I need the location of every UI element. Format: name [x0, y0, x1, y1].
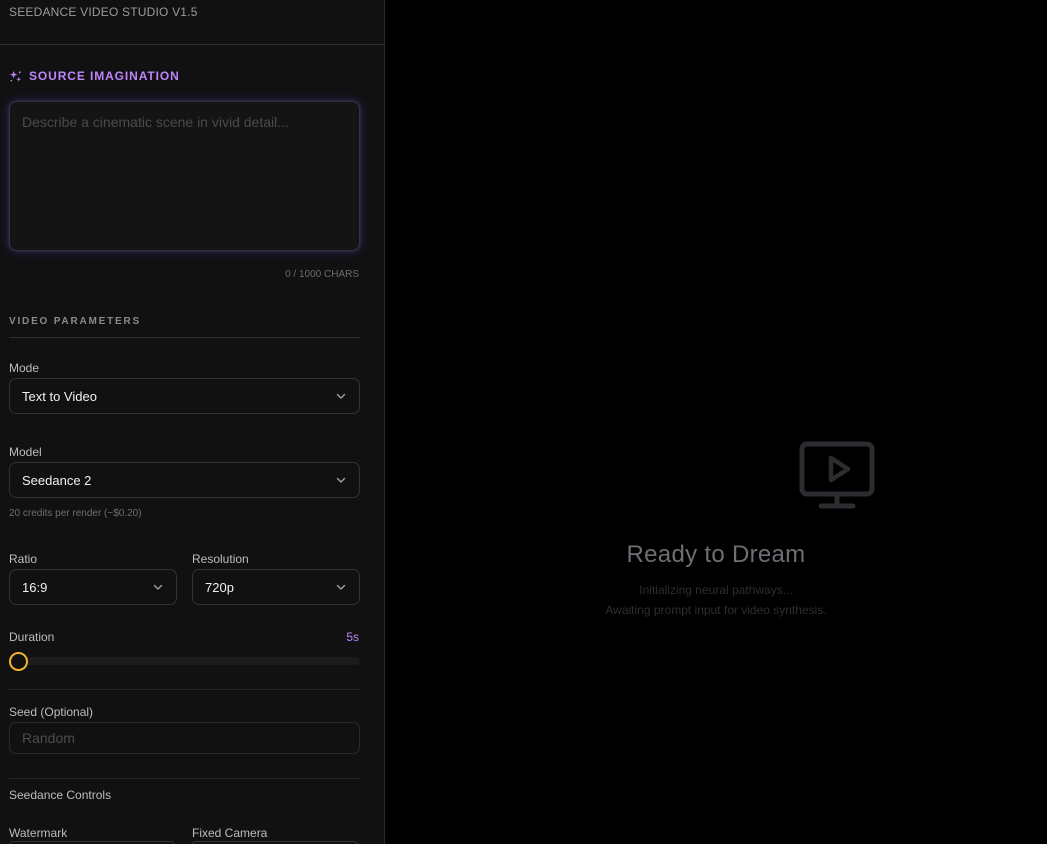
watermark-label: Watermark	[9, 826, 68, 840]
resolution-select[interactable]: 720p	[192, 569, 360, 605]
monitor-play-icon	[799, 441, 875, 509]
mode-select-value: Text to Video	[22, 388, 97, 404]
model-credits-hint: 20 credits per render (~$0.20)	[9, 508, 142, 519]
seed-label: Seed (Optional)	[9, 705, 94, 719]
ready-title: Ready to Dream	[626, 541, 806, 568]
status-line-2: Awaiting prompt input for video synthesi…	[605, 603, 827, 617]
chevron-down-icon	[336, 584, 346, 590]
mode-select[interactable]: Text to Video	[9, 378, 360, 414]
source-heading: SOURCE IMAGINATION	[29, 69, 180, 83]
duration-label: Duration	[9, 630, 55, 644]
seedance-controls-heading: Seedance Controls	[9, 788, 112, 802]
source-section-header: SOURCE IMAGINATION	[9, 69, 180, 83]
chevron-down-icon	[336, 393, 346, 399]
section-divider	[9, 689, 360, 690]
char-count: 0 / 1000 CHARS	[285, 269, 359, 280]
resolution-select-value: 720p	[205, 579, 234, 595]
duration-slider-thumb[interactable]	[9, 652, 28, 671]
preview-panel: Ready to Dream Initializing neural pathw…	[385, 0, 1047, 844]
fixed-camera-label: Fixed Camera	[192, 826, 268, 840]
sidebar: SEEDANCE VIDEO STUDIO V1.5 SOURCE IMAGIN…	[0, 0, 385, 844]
model-select-value: Seedance 2	[22, 472, 92, 488]
status-line-1: Initializing neural pathways...	[639, 583, 793, 597]
chevron-down-icon	[153, 584, 163, 590]
ratio-label: Ratio	[9, 552, 38, 566]
title-divider	[0, 44, 384, 45]
ratio-select[interactable]: 16:9	[9, 569, 177, 605]
mode-label: Mode	[9, 361, 40, 375]
resolution-label: Resolution	[192, 552, 249, 566]
app-title: SEEDANCE VIDEO STUDIO V1.5	[9, 5, 198, 19]
section-divider	[9, 778, 360, 779]
chevron-down-icon	[336, 477, 346, 483]
model-label: Model	[9, 445, 42, 459]
duration-value: 5s	[346, 630, 359, 644]
seed-input[interactable]	[9, 722, 360, 754]
params-divider	[9, 337, 360, 338]
ratio-select-value: 16:9	[22, 579, 48, 595]
sparkle-icon	[9, 70, 22, 82]
duration-slider-track[interactable]	[9, 657, 360, 665]
video-parameters-heading: VIDEO PARAMETERS	[9, 316, 141, 327]
prompt-input[interactable]	[9, 101, 360, 251]
model-select[interactable]: Seedance 2	[9, 462, 360, 498]
